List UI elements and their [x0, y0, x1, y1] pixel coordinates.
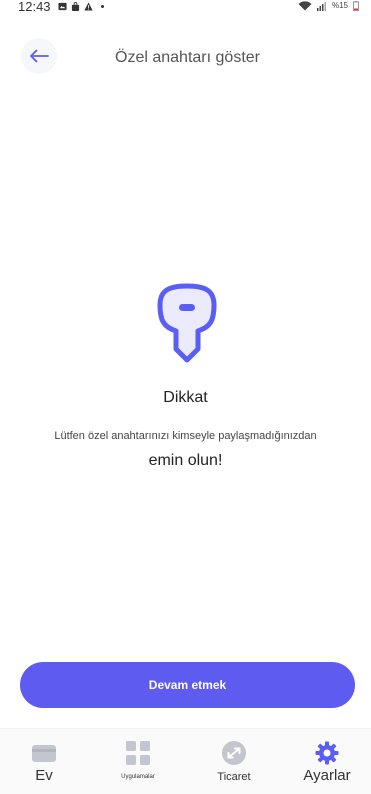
system-status-icons: %15	[298, 1, 359, 11]
grid-icon	[126, 741, 150, 765]
nav-label-home: Ev	[35, 767, 53, 784]
gear-icon	[315, 741, 339, 765]
battery-icon	[353, 1, 359, 11]
nav-item-trade[interactable]: Ticaret	[194, 729, 274, 794]
signal-icon	[316, 2, 326, 11]
wifi-icon	[298, 1, 312, 11]
nav-item-home[interactable]: Ev	[4, 729, 84, 794]
image-icon	[58, 2, 67, 11]
battery-percent: %15	[331, 1, 348, 10]
status-bar: 12:43 %15	[0, 0, 371, 16]
continue-button[interactable]: Devam etmek	[20, 662, 355, 708]
bottom-navigation: Ev Uygulamalar Ticaret Ayarlar	[0, 728, 371, 794]
notification-icons	[58, 2, 105, 11]
bag-icon	[71, 2, 80, 11]
warning-message-emphasis: emin olun!	[148, 452, 223, 469]
swap-icon	[222, 741, 246, 765]
back-button[interactable]	[21, 38, 57, 74]
nav-item-apps[interactable]: Uygulamalar	[98, 729, 178, 794]
warning-message: Lütfen özel anahtarınızı kimseyle paylaş…	[54, 430, 317, 442]
screen: 12:43 %15 Özel anahtarı göster Dikkat Lü…	[0, 0, 371, 794]
dot-icon	[101, 5, 104, 8]
nav-label-apps: Uygulamalar	[121, 774, 155, 780]
nav-label-trade: Ticaret	[217, 771, 251, 783]
warning-title: Dikkat	[163, 389, 208, 406]
key-icon	[157, 283, 217, 363]
nav-label-settings: Ayarlar	[303, 767, 351, 784]
nav-item-settings[interactable]: Ayarlar	[287, 729, 367, 794]
arrow-left-icon	[30, 49, 49, 63]
page-title: Özel anahtarı göster	[115, 49, 260, 66]
wallet-icon	[32, 745, 56, 762]
warning-icon	[84, 2, 93, 11]
status-time: 12:43	[18, 0, 51, 14]
